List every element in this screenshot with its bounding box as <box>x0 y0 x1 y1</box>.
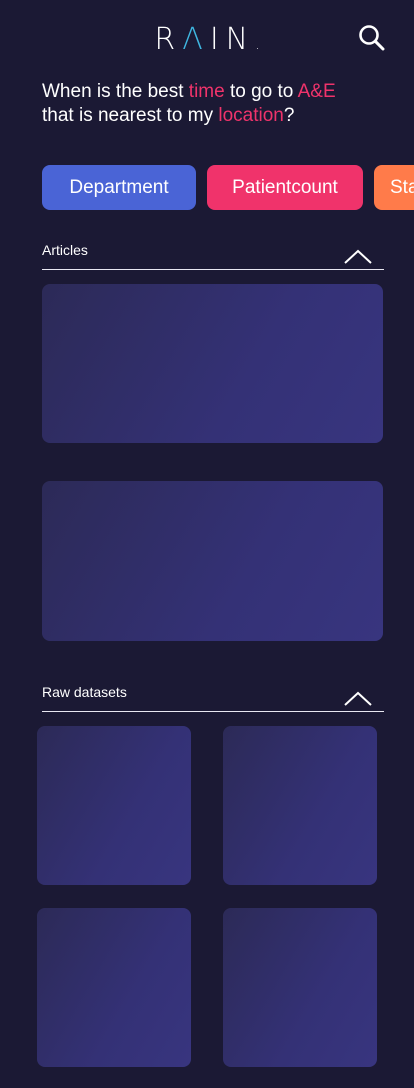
keyword-ae[interactable]: A&E <box>298 81 336 102</box>
chip-sta[interactable]: Sta <box>374 165 414 210</box>
datasets-divider <box>42 711 384 712</box>
question-text: to go to <box>224 81 298 102</box>
question-text: that is nearest to my <box>42 105 219 126</box>
question-text: ? <box>283 105 295 126</box>
dataset-card[interactable] <box>223 908 377 1067</box>
search-icon <box>359 25 385 51</box>
chevron-up-icon <box>344 249 372 264</box>
keyword-time[interactable]: time <box>189 81 225 102</box>
article-card[interactable] <box>42 481 383 641</box>
logo-dot: . <box>255 37 260 53</box>
logo-letters-in: IN <box>209 22 256 57</box>
chip-patientcount[interactable]: Patientcount <box>207 165 363 210</box>
articles-collapse-button[interactable] <box>344 248 372 264</box>
filter-chips: Department Patientcount Sta <box>42 165 414 210</box>
articles-divider <box>42 269 384 270</box>
datasets-section-title: Raw datasets <box>42 684 127 700</box>
app-header: RΛIN. <box>0 0 414 80</box>
dataset-card[interactable] <box>37 908 191 1067</box>
logo-letter-r: R <box>154 22 183 57</box>
article-card[interactable] <box>42 284 383 443</box>
chevron-up-icon <box>344 691 372 706</box>
articles-section-title: Articles <box>42 242 88 258</box>
keyword-location[interactable]: location <box>218 105 284 126</box>
search-question: When is the best time to go to A&E that … <box>42 80 382 128</box>
dataset-card[interactable] <box>223 726 377 885</box>
search-button[interactable] <box>358 24 386 52</box>
datasets-collapse-button[interactable] <box>344 690 372 706</box>
rain-logo: RΛIN. <box>0 22 414 57</box>
logo-letter-a: Λ <box>182 22 210 57</box>
question-text: When is the best <box>42 81 189 102</box>
dataset-card[interactable] <box>37 726 191 885</box>
chip-department[interactable]: Department <box>42 165 196 210</box>
